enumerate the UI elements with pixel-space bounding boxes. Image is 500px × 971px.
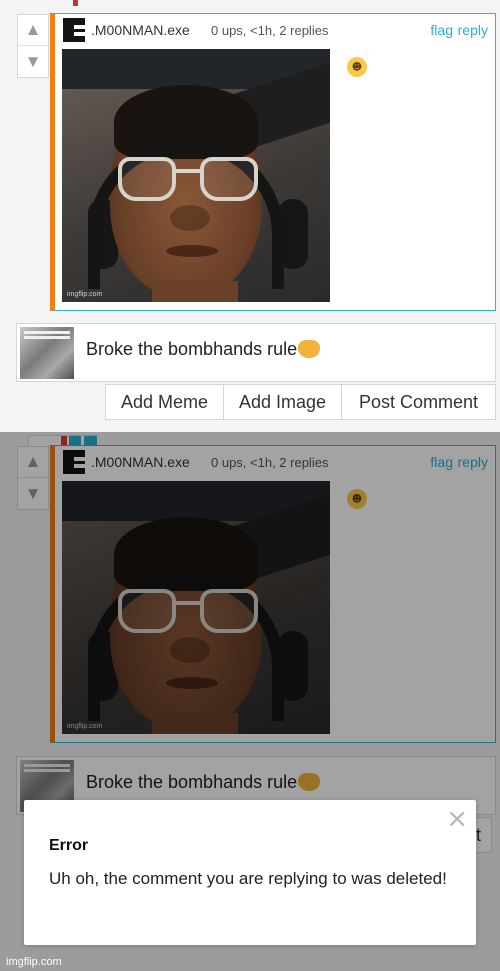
comment-card: .M00NMAN.exe 0 ups, <1h, 2 replies flag … <box>50 13 496 311</box>
close-icon[interactable]: × <box>446 804 468 834</box>
flag-link[interactable]: flag <box>430 22 453 38</box>
nerd-face-icon: ☻ <box>347 57 367 77</box>
vote-control: ▲ ▼ <box>17 14 49 78</box>
reply-thumbnail <box>20 327 74 379</box>
error-message: Uh oh, the comment you are replying to w… <box>49 869 447 888</box>
oncoming-fist-icon <box>298 340 321 358</box>
composer-actions: Add Meme Add Image Post Comment <box>105 384 496 420</box>
thread-indicator <box>73 0 78 6</box>
screenshot-top-panel: ▲ ▼ .M00NMAN.exe 0 ups, <1h, 2 replies f… <box>0 0 500 432</box>
glasses-lens <box>118 157 176 201</box>
error-title: Error <box>49 837 89 854</box>
upvote-button[interactable]: ▲ <box>18 15 48 46</box>
error-modal: × Error Uh oh, the comment you are reply… <box>24 800 476 945</box>
reply-composer[interactable]: Broke the bombhands rule <box>16 323 496 382</box>
comment-username[interactable]: .M00NMAN.exe <box>91 22 190 38</box>
add-meme-button[interactable]: Add Meme <box>105 384 224 420</box>
page-watermark: imgflip.com <box>6 956 62 968</box>
comment-meta: 0 ups, <1h, 2 replies <box>211 23 329 38</box>
arrow-down-icon: ▼ <box>24 51 42 71</box>
reply-text[interactable]: Broke the bombhands rule <box>86 339 321 360</box>
user-avatar[interactable] <box>63 18 85 42</box>
arrow-up-icon: ▲ <box>24 20 42 39</box>
glasses-lens <box>200 157 258 201</box>
image-watermark: imgflip.com <box>67 291 103 298</box>
downvote-button[interactable]: ▼ <box>18 46 48 77</box>
post-comment-button[interactable]: Post Comment <box>342 384 496 420</box>
comment-image[interactable]: imgflip.com <box>62 49 330 302</box>
reply-link[interactable]: reply <box>458 22 488 38</box>
add-image-button[interactable]: Add Image <box>224 384 342 420</box>
